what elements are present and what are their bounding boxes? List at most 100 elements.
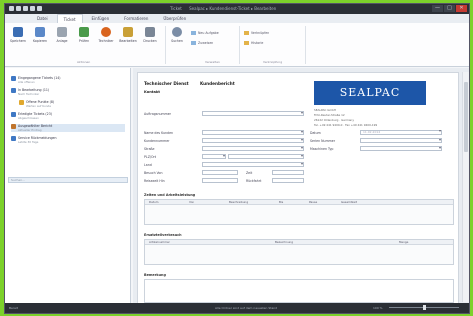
customize-icon[interactable] xyxy=(37,6,42,11)
copy-button[interactable]: Kopieren xyxy=(30,27,50,43)
zoom-level: 100 % xyxy=(373,306,383,310)
zoom-slider-thumb[interactable] xyxy=(423,305,426,310)
label-rueckfahrt: Rückfahrt xyxy=(246,179,262,183)
section-times-title: Zeiten und Arbeitsleistung xyxy=(144,193,196,197)
technician-label: Techniker xyxy=(98,39,114,43)
ort-field[interactable] xyxy=(228,153,304,159)
rueckfahrt-field[interactable] xyxy=(272,178,304,183)
save-button[interactable]: Speichern xyxy=(8,27,28,43)
column-header: Menge xyxy=(399,240,409,244)
label-reise: Reisezeit Hin xyxy=(144,179,165,183)
report-icon xyxy=(11,124,16,129)
datum-field[interactable]: 11.02.2014 xyxy=(360,129,442,135)
tab-datei[interactable]: Datei xyxy=(31,14,54,23)
auftrag-field[interactable] xyxy=(202,110,304,116)
link-label: Verknüpfen xyxy=(251,31,270,35)
ribbon-tabs: Datei Ticket Einfügen Formatieren Überpr… xyxy=(5,14,469,23)
folder-icon xyxy=(11,112,16,117)
sidebar-search-input[interactable]: Suchen... xyxy=(8,177,128,183)
assign-button[interactable]: Zuweisen xyxy=(191,41,213,45)
folder-icon xyxy=(11,88,16,93)
serien-field[interactable] xyxy=(360,137,442,143)
label-kunde: Kundennummer xyxy=(144,139,170,143)
vertical-scrollbar[interactable] xyxy=(462,72,469,302)
name-field[interactable] xyxy=(202,129,304,135)
strasse-field[interactable] xyxy=(202,145,304,151)
zeit-field[interactable] xyxy=(272,170,304,175)
scrollbar-thumb[interactable] xyxy=(464,82,468,152)
search-icon xyxy=(172,27,182,37)
section-parts-title: Ersatzteilverbrauch xyxy=(144,233,182,237)
maximize-button[interactable]: □ xyxy=(444,5,455,12)
label-land: Land xyxy=(144,163,152,167)
zoom-slider[interactable] xyxy=(389,305,459,310)
maschine-field[interactable] xyxy=(360,145,442,151)
tab-ticket[interactable]: Ticket xyxy=(56,14,83,23)
attach-button[interactable]: Anlage xyxy=(52,27,72,43)
ribbon-separator xyxy=(239,26,240,64)
sidebar-item-sub: Abgeschlossen xyxy=(18,116,39,120)
edit-button[interactable]: Bearbeiten xyxy=(118,27,138,43)
sidebar-item-offene-punkte[interactable]: Offene Punkte (8) Warten auf Kunde xyxy=(19,100,54,108)
address-line: Fritz-Reuter-Straße 12 xyxy=(314,113,345,117)
check-label: Prüfen xyxy=(78,39,90,43)
column-header: Von xyxy=(189,200,195,204)
window-title-text: Ticket xyxy=(170,6,182,11)
folder-icon xyxy=(11,76,16,81)
search-button[interactable]: Suchen xyxy=(167,27,187,43)
print-button[interactable]: Drucken xyxy=(140,27,160,43)
minimize-button[interactable]: — xyxy=(432,5,443,12)
technician-icon xyxy=(101,27,111,37)
doc-subheader: Kontakt xyxy=(144,90,160,94)
ribbon: Speichern Kopieren Anlage Prüfen Technik… xyxy=(5,23,469,67)
technician-button[interactable]: Techniker xyxy=(96,27,116,43)
parts-grid[interactable]: Artikelnummer Bezeichnung Menge xyxy=(144,239,454,265)
sidebar-item-eingegangen[interactable]: Eingegangene Tickets (14) Alle offenen xyxy=(11,76,61,84)
new-task-button[interactable]: Neu Aufgabe xyxy=(191,31,219,35)
close-button[interactable]: ✕ xyxy=(456,5,467,12)
sidebar-item-bearbeitung[interactable]: In Bearbeitung (11) Nach Techniker xyxy=(11,88,49,96)
check-button[interactable]: Prüfen xyxy=(74,27,94,43)
sidebar-item-rueckmeldungen[interactable]: Service Rückmeldungen Letzte 30 Tage xyxy=(11,136,57,144)
status-left: Bereit xyxy=(9,306,18,310)
assign-icon xyxy=(191,41,196,45)
redo-icon[interactable] xyxy=(30,6,35,11)
tab-einfuegen[interactable]: Einfügen xyxy=(86,14,116,23)
group-label-verwalten: Verwalten xyxy=(205,60,220,64)
sealpac-logo: SEALPAC xyxy=(314,81,426,105)
copy-icon xyxy=(35,27,45,37)
content-area: Technischer Dienst Kundenbericht Kontakt… xyxy=(133,68,469,304)
tab-ueberpruefen[interactable]: Überprüfen xyxy=(157,14,192,23)
notes-field[interactable] xyxy=(144,279,454,303)
history-button[interactable]: Historie xyxy=(244,41,263,45)
sidebar-item-bericht[interactable]: Ausgewählter Bericht Aktueller Eintrag xyxy=(11,124,125,132)
column-header: Datum xyxy=(149,200,159,204)
edit-icon xyxy=(123,27,133,37)
undo-icon[interactable] xyxy=(23,6,28,11)
app-window: Ticket Sealpac ▸ Kundendienst-Ticket ▸ B… xyxy=(4,3,470,314)
kunde-field[interactable] xyxy=(202,137,304,143)
sidebar-item-sub: Nach Techniker xyxy=(18,92,40,96)
assign-label: Zuweisen xyxy=(198,41,214,45)
save-label: Speichern xyxy=(10,39,26,43)
besuch-von-field[interactable] xyxy=(202,170,238,175)
sidebar-item-sub: Aktueller Eintrag xyxy=(18,128,42,132)
save-quick-icon[interactable] xyxy=(16,6,21,11)
times-grid[interactable]: Datum Von Beschreibung Bis Pause Gesamtz… xyxy=(144,199,454,225)
task-icon xyxy=(191,31,196,35)
sidebar-item-erledigt[interactable]: Erledigte Tickets (23) Abgeschlossen xyxy=(11,112,52,120)
sidebar-item-sub: Warten auf Kunde xyxy=(26,104,52,108)
column-header: Artikelnummer xyxy=(149,240,170,244)
times-grid-header: Datum Von Beschreibung Bis Pause Gesamtz… xyxy=(145,200,453,205)
land-field[interactable] xyxy=(202,161,304,167)
tab-formatieren[interactable]: Formatieren xyxy=(118,14,154,23)
parts-grid-header: Artikelnummer Bezeichnung Menge xyxy=(145,240,453,245)
column-header: Bezeichnung xyxy=(275,240,294,244)
reise-field[interactable] xyxy=(202,178,238,183)
column-header: Pause xyxy=(309,200,318,204)
folder-icon xyxy=(11,136,16,141)
label-maschine: Maschinen Typ xyxy=(310,147,334,151)
plz-field[interactable] xyxy=(202,153,226,159)
label-besuch-von: Besuch Von xyxy=(144,171,163,175)
link-button[interactable]: Verknüpfen xyxy=(244,31,269,35)
